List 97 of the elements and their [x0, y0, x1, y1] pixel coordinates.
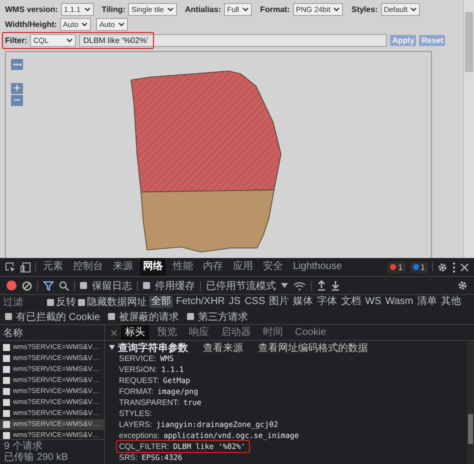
zoom-in-button[interactable]: + [11, 83, 23, 94]
chevron-icon [333, 7, 340, 12]
type-filter-button[interactable]: JS [228, 296, 242, 308]
type-filter-button[interactable]: Fetch/XHR [175, 296, 226, 308]
checkbox[interactable] [47, 298, 54, 306]
devtools-tab[interactable]: 元素 [40, 258, 66, 276]
checkbox[interactable] [186, 313, 194, 320]
close-icon[interactable] [460, 262, 469, 272]
devtools-tab[interactable]: 应用 [230, 258, 256, 276]
transfer-size: 已传输 290 kB [4, 452, 69, 463]
type-filter-button[interactable]: Wasm [384, 296, 414, 308]
checkbox-label: 被屏蔽的请求 [118, 310, 179, 324]
wifi-icon[interactable] [293, 280, 306, 290]
checkbox-label: 停用缓存 [155, 280, 195, 292]
checkbox-label: 隐藏数据网址 [87, 296, 147, 309]
type-filter-button[interactable]: 图片 [268, 296, 290, 308]
devtools-tab[interactable]: 来源 [110, 258, 136, 276]
count-badge[interactable]: 1 [410, 262, 428, 272]
option-label: Styles: [351, 5, 378, 14]
clear-icon[interactable] [22, 280, 32, 290]
chevron-icon [410, 7, 418, 12]
dropdown-caret-icon[interactable] [281, 283, 288, 288]
device-icon[interactable] [20, 262, 31, 272]
checkbox[interactable] [80, 282, 87, 289]
type-filter-button[interactable]: CSS [244, 296, 266, 308]
checkbox-label: 保留日志 [92, 280, 132, 292]
search-icon[interactable] [59, 280, 69, 290]
zoom-out-button[interactable]: − [11, 95, 23, 106]
param-name: STYLES: [119, 409, 152, 418]
scrollbar[interactable] [467, 341, 474, 464]
download-icon[interactable] [331, 280, 340, 291]
detail-tab[interactable]: 标头 [121, 325, 149, 340]
type-filter-button[interactable]: WS [364, 296, 382, 308]
devtools-tab[interactable]: Lighthouse [290, 258, 345, 276]
kebab-menu-icon[interactable] [452, 262, 456, 272]
upload-icon[interactable] [317, 280, 326, 291]
detail-tab[interactable]: 启动器 [217, 325, 255, 340]
filter-label: Filter: [5, 36, 28, 45]
param-name: SRS: [119, 453, 138, 462]
filter-icon[interactable] [43, 280, 54, 290]
devtools-tab[interactable]: 网络 [140, 258, 166, 276]
devtools-tab[interactable]: 内存 [200, 258, 226, 276]
inspect-icon[interactable] [5, 262, 16, 272]
param-name: VERSION: [119, 365, 158, 374]
checkbox-label: 第三方请求 [198, 310, 248, 324]
param-name: SERVICE: [119, 354, 156, 363]
column-header[interactable]: 名称 [3, 326, 23, 340]
view-toggle-link[interactable]: 查看来源 [203, 340, 243, 354]
devtools-tab[interactable]: 性能 [170, 258, 196, 276]
checkbox[interactable] [143, 282, 150, 289]
param-name: CQL_FILTER: [119, 442, 170, 451]
checkbox[interactable] [5, 313, 12, 320]
type-filter-button[interactable]: 清单 [416, 296, 438, 308]
option-label: Tiling: [102, 5, 126, 14]
scrollbar[interactable] [463, 0, 474, 258]
settings-icon[interactable] [437, 262, 448, 272]
checkbox[interactable] [108, 313, 115, 320]
chevron-icon [84, 7, 91, 12]
chevron-icon [81, 22, 88, 27]
chevron-icon [66, 38, 74, 43]
section-title[interactable]: 查询字符串参数 [118, 340, 188, 354]
chevron-icon [242, 7, 250, 12]
param-name: FORMAT: [119, 387, 154, 396]
option-label: WMS version: [5, 5, 58, 14]
throttle-dropdown[interactable]: 已停用节流模式 [206, 278, 276, 292]
param-name: TRANSPARENT: [119, 398, 180, 407]
type-filter-button[interactable]: 全部 [149, 296, 173, 308]
detail-tab[interactable]: Cookie [291, 325, 330, 340]
record-icon[interactable] [6, 280, 17, 291]
detail-tab[interactable]: 预览 [153, 325, 181, 340]
checkbox-label: 有已拦截的 Cookie [16, 310, 100, 324]
view-toggle-link[interactable]: 查看网址编码格式的数据 [258, 340, 368, 354]
filter-input[interactable]: DLBM like '%02%' [79, 34, 388, 47]
type-filter-button[interactable]: 其他 [440, 296, 462, 308]
option-label: Antialias: [184, 5, 221, 14]
type-filter-button[interactable]: 字体 [316, 296, 338, 308]
detail-tab[interactable]: 时间 [259, 325, 287, 340]
param-name: REQUEST: [119, 376, 160, 385]
param-name: LAYERS: [119, 420, 152, 429]
checkbox[interactable] [78, 298, 85, 306]
option-label: Width/Height: [5, 20, 57, 29]
detail-tab[interactable]: 响应 [185, 325, 213, 340]
option-label: Format: [260, 5, 290, 14]
param-name: exceptions: [119, 431, 160, 440]
devtools-tab[interactable]: 安全 [260, 258, 286, 276]
type-filter-button[interactable]: 文档 [340, 296, 362, 308]
settings-icon[interactable] [457, 280, 468, 291]
checkbox-label: 反转 [56, 296, 76, 309]
count-badge[interactable]: 1 [387, 262, 406, 272]
close-icon[interactable] [111, 330, 117, 336]
devtools-tab[interactable]: 控制台 [70, 258, 106, 276]
request-count: 9 个请求 [4, 441, 44, 452]
more-icon[interactable] [11, 59, 23, 70]
chevron-icon [118, 22, 125, 27]
type-filter-button[interactable]: 媒体 [292, 296, 314, 308]
chevron-icon [166, 7, 174, 12]
expand-caret-icon[interactable] [109, 345, 115, 350]
